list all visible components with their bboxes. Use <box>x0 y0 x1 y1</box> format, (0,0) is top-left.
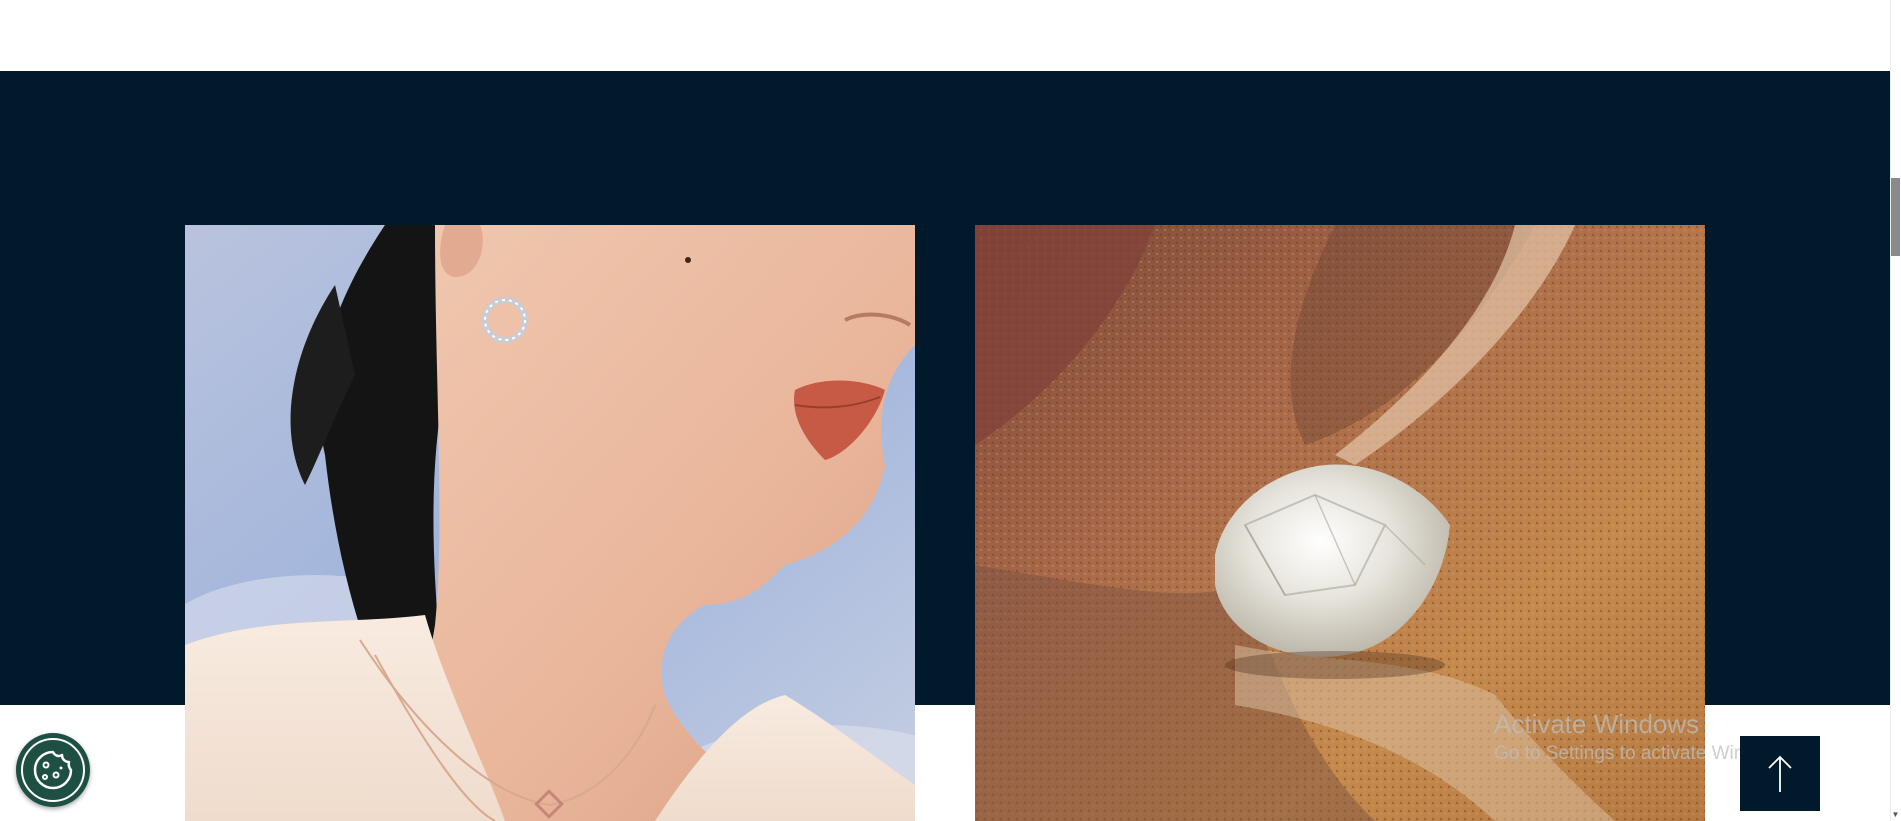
woman-profile-jewelry-image[interactable] <box>185 225 915 821</box>
vertical-scrollbar[interactable]: ▼ <box>1890 0 1901 821</box>
arrow-up-icon <box>1768 755 1792 792</box>
scrollbar-thumb[interactable] <box>1891 178 1900 256</box>
cookie-settings-button[interactable] <box>16 733 90 807</box>
scroll-down-arrow-icon[interactable]: ▼ <box>1891 810 1900 819</box>
rough-diamond-illustration <box>975 225 1705 821</box>
cookie-button-ring <box>21 738 85 802</box>
back-to-top-button[interactable] <box>1740 736 1820 811</box>
page-viewport: Activate Windows Go to Settings to activ… <box>0 0 1901 821</box>
cookie-icon <box>33 750 73 790</box>
woman-profile-illustration <box>185 225 915 821</box>
rough-diamond-image[interactable] <box>975 225 1705 821</box>
